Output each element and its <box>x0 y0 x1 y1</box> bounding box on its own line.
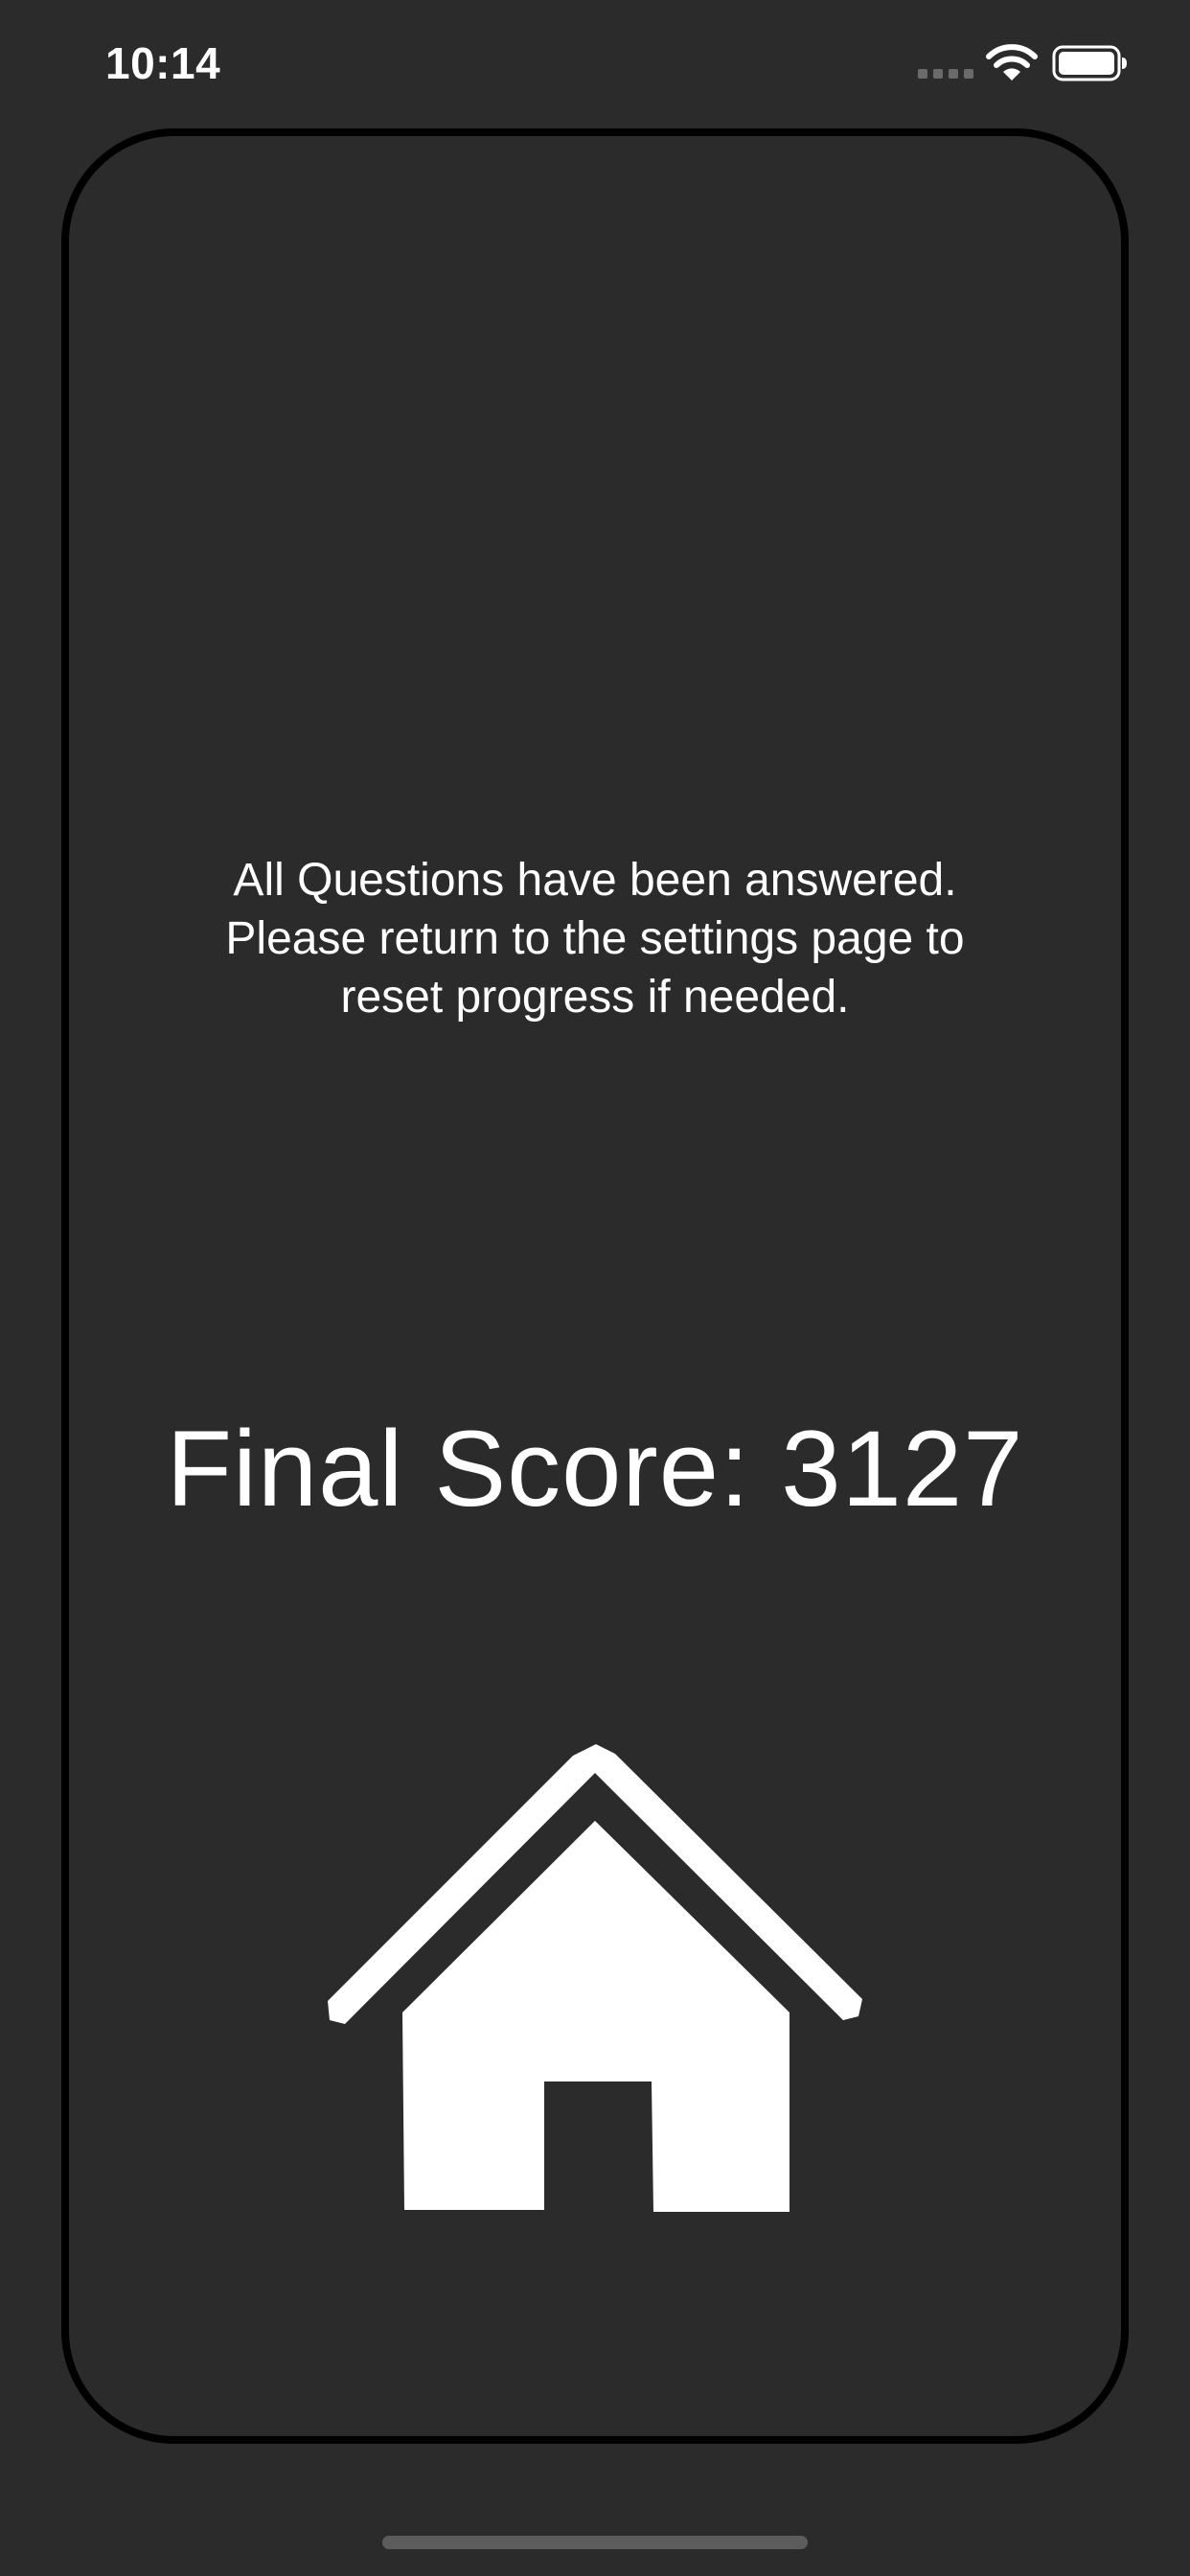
final-score-label: Final Score: <box>166 1409 751 1529</box>
completion-message: All Questions have been answered. Please… <box>225 855 965 1023</box>
signal-dots-icon <box>918 69 973 79</box>
home-button[interactable] <box>326 1744 862 2223</box>
final-score: Final Score: 3127 <box>96 1407 1094 1531</box>
home-icon <box>328 1744 862 2212</box>
wifi-icon <box>986 44 1038 80</box>
status-time: 10:14 <box>105 38 221 88</box>
final-score-value: 3127 <box>781 1409 1024 1529</box>
home-indicator[interactable] <box>382 2536 808 2549</box>
status-bar: 10:14 <box>0 0 1190 125</box>
battery-icon <box>1052 45 1127 81</box>
